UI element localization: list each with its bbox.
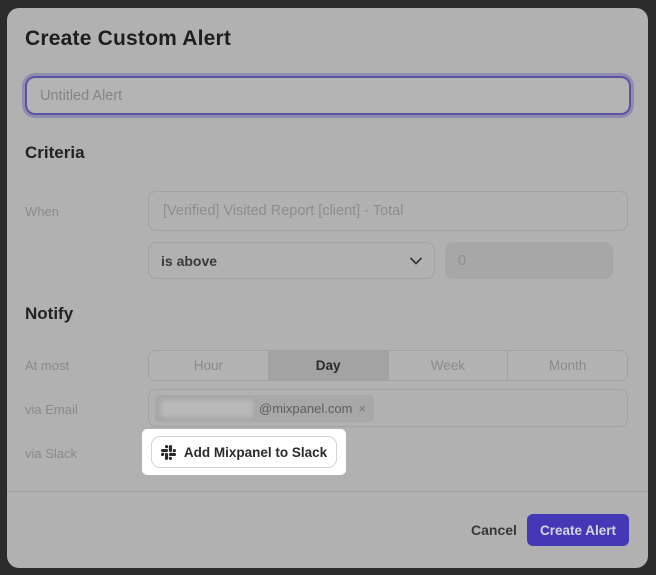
cancel-button[interactable]: Cancel — [459, 514, 529, 546]
frequency-option-week[interactable]: Week — [389, 351, 509, 380]
alert-name-input[interactable] — [25, 76, 631, 115]
slack-spotlight-highlight: Add Mixpanel to Slack — [142, 429, 346, 475]
email-domain-text: @mixpanel.com — [259, 401, 352, 416]
frequency-option-hour[interactable]: Hour — [149, 351, 269, 380]
via-email-label: via Email — [25, 402, 78, 417]
notify-heading: Notify — [25, 304, 73, 324]
email-chip: @mixpanel.com × — [155, 395, 374, 422]
metric-input[interactable] — [148, 191, 628, 231]
comparator-value: is above — [161, 253, 410, 269]
footer-divider — [7, 491, 648, 492]
threshold-input[interactable] — [445, 242, 613, 279]
create-custom-alert-modal: Create Custom Alert Criteria When is abo… — [7, 8, 648, 568]
at-most-label: At most — [25, 358, 69, 373]
criteria-heading: Criteria — [25, 143, 85, 163]
chevron-down-icon — [410, 257, 422, 265]
frequency-option-month[interactable]: Month — [508, 351, 627, 380]
slack-icon — [161, 445, 176, 460]
when-label: When — [25, 204, 59, 219]
comparator-dropdown[interactable]: is above — [148, 242, 435, 279]
create-alert-button[interactable]: Create Alert — [527, 514, 629, 546]
via-slack-label: via Slack — [25, 446, 77, 461]
remove-email-icon[interactable]: × — [358, 402, 366, 415]
slack-button-label: Add Mixpanel to Slack — [184, 445, 327, 460]
frequency-option-day[interactable]: Day — [269, 351, 389, 380]
frequency-segmented-control: Hour Day Week Month — [148, 350, 628, 381]
modal-title: Create Custom Alert — [25, 27, 231, 51]
redacted-email-username — [161, 400, 253, 417]
add-mixpanel-to-slack-button[interactable]: Add Mixpanel to Slack — [151, 436, 337, 468]
email-recipients-input[interactable]: @mixpanel.com × — [148, 389, 628, 427]
